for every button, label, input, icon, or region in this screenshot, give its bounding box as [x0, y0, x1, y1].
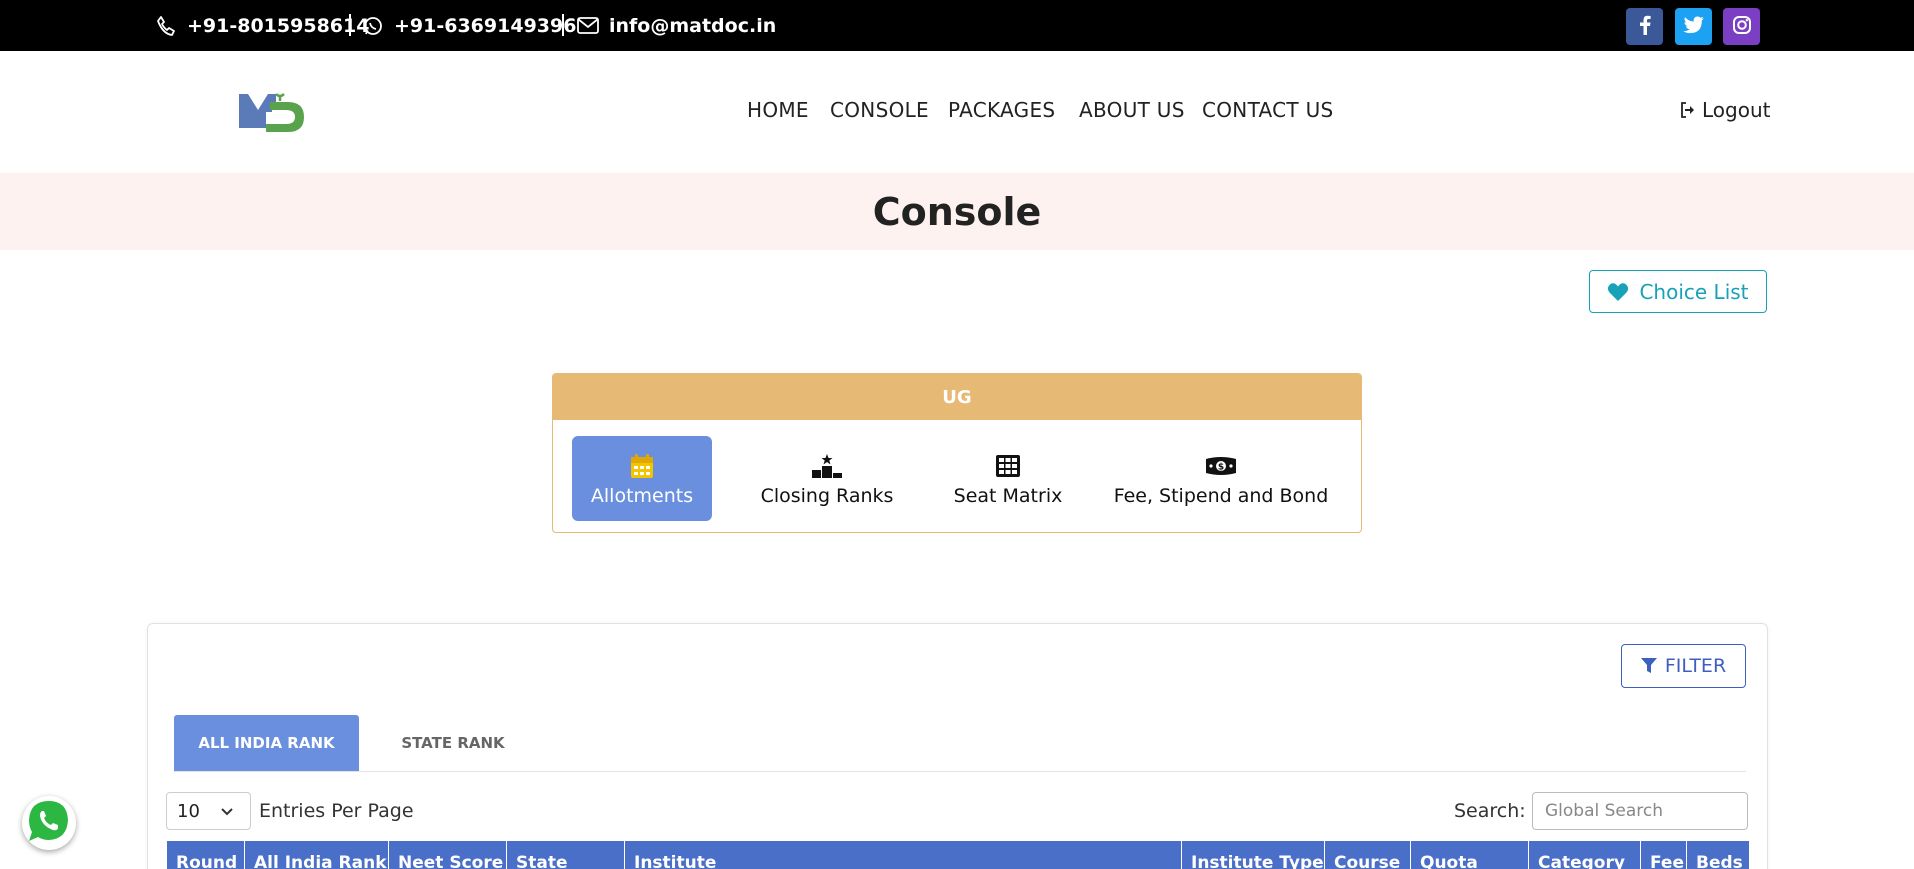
facebook-button[interactable] — [1626, 8, 1663, 45]
search-label: Search: — [1454, 800, 1526, 822]
tab-closing-ranks[interactable]: Closing Ranks — [747, 436, 907, 521]
column-header-institute-type[interactable]: Institute Type — [1182, 841, 1325, 869]
whatsapp-contact[interactable]: +91-6369149396 — [362, 0, 576, 51]
nav-packages[interactable]: PACKAGES — [948, 98, 1055, 122]
column-header-state[interactable]: State — [507, 841, 625, 869]
phone-icon — [155, 15, 177, 37]
entries-per-page-label: Entries Per Page — [259, 800, 414, 822]
column-header-neet-score[interactable]: Neet Score — [389, 841, 507, 869]
divider — [562, 14, 564, 36]
logout-label: Logout — [1702, 98, 1771, 122]
logout-link[interactable]: Logout — [1680, 98, 1770, 122]
tab-label: Fee, Stipend and Bond — [1113, 484, 1329, 507]
column-header-institute[interactable]: Institute — [625, 841, 1182, 869]
heart-icon — [1607, 282, 1629, 302]
email-address: info@matdoc.in — [609, 14, 777, 37]
column-header-quota[interactable]: Quota — [1411, 841, 1529, 869]
page-title: Console — [872, 189, 1042, 234]
ug-panel: UG Allotments Closing Ranks Seat Matrix … — [552, 373, 1362, 533]
matdoc-logo[interactable] — [236, 88, 308, 134]
filter-label: FILTER — [1664, 655, 1727, 677]
instagram-icon — [1732, 15, 1752, 39]
filter-button[interactable]: FILTER — [1621, 644, 1746, 688]
money-icon: $ — [1205, 451, 1237, 481]
column-header-fee[interactable]: Fee — [1641, 841, 1687, 869]
tab-state-rank[interactable]: STATE RANK — [368, 715, 538, 771]
column-header-round[interactable]: Round — [167, 841, 245, 869]
twitter-icon — [1682, 15, 1705, 38]
choice-list-button[interactable]: Choice List — [1589, 270, 1767, 313]
column-header-category[interactable]: Category — [1529, 841, 1641, 869]
twitter-button[interactable] — [1675, 8, 1712, 45]
choice-list-label: Choice List — [1639, 279, 1749, 304]
whatsapp-number: +91-6369149396 — [394, 14, 577, 37]
instagram-button[interactable] — [1723, 8, 1760, 45]
global-search-input[interactable] — [1532, 792, 1748, 830]
phone-number: +91-8015958614 — [187, 14, 370, 37]
facebook-icon — [1639, 15, 1651, 39]
nav-about-us[interactable]: ABOUT US — [1079, 98, 1185, 122]
sign-out-icon — [1680, 102, 1696, 118]
envelope-icon — [577, 15, 599, 37]
top-contact-bar: +91-8015958614 +91-6369149396 info@matdo… — [0, 0, 1914, 51]
page-banner: Console — [0, 173, 1914, 250]
nav-contact-us[interactable]: CONTACT US — [1202, 98, 1334, 122]
tab-divider — [174, 771, 1746, 772]
podium-icon — [811, 451, 843, 481]
tab-label: Allotments — [590, 484, 694, 507]
tab-fee-stipend-bond[interactable]: $ Fee, Stipend and Bond — [1106, 436, 1336, 521]
tab-all-india-rank[interactable]: ALL INDIA RANK — [174, 715, 359, 771]
phone-contact[interactable]: +91-8015958614 — [155, 0, 369, 51]
entries-per-page-select[interactable]: 10 — [166, 792, 251, 830]
whatsapp-chat-button[interactable] — [22, 796, 76, 850]
grid-icon — [995, 451, 1021, 481]
funnel-icon — [1640, 658, 1657, 674]
nav-home[interactable]: HOME — [747, 98, 809, 122]
chevron-down-icon — [220, 803, 234, 824]
whatsapp-icon — [362, 15, 384, 37]
tab-label: Seat Matrix — [953, 484, 1063, 507]
tab-allotments[interactable]: Allotments — [572, 436, 712, 521]
tab-seat-matrix[interactable]: Seat Matrix — [943, 436, 1073, 521]
divider — [349, 14, 351, 36]
column-header-beds[interactable]: Beds — [1687, 841, 1749, 869]
entries-value: 10 — [177, 800, 200, 822]
column-header-all-india-rank[interactable]: All India Rank — [245, 841, 389, 869]
tab-label: Closing Ranks — [760, 484, 894, 507]
column-header-course[interactable]: Course — [1325, 841, 1411, 869]
nav-console[interactable]: CONSOLE — [830, 98, 929, 122]
whatsapp-icon — [26, 798, 72, 848]
svg-text:$: $ — [1218, 462, 1224, 472]
email-contact[interactable]: info@matdoc.in — [577, 0, 776, 51]
ug-panel-header: UG — [553, 374, 1361, 420]
calendar-icon — [630, 451, 654, 481]
table-header-row: Round All India Rank Neet Score State In… — [167, 841, 1749, 869]
